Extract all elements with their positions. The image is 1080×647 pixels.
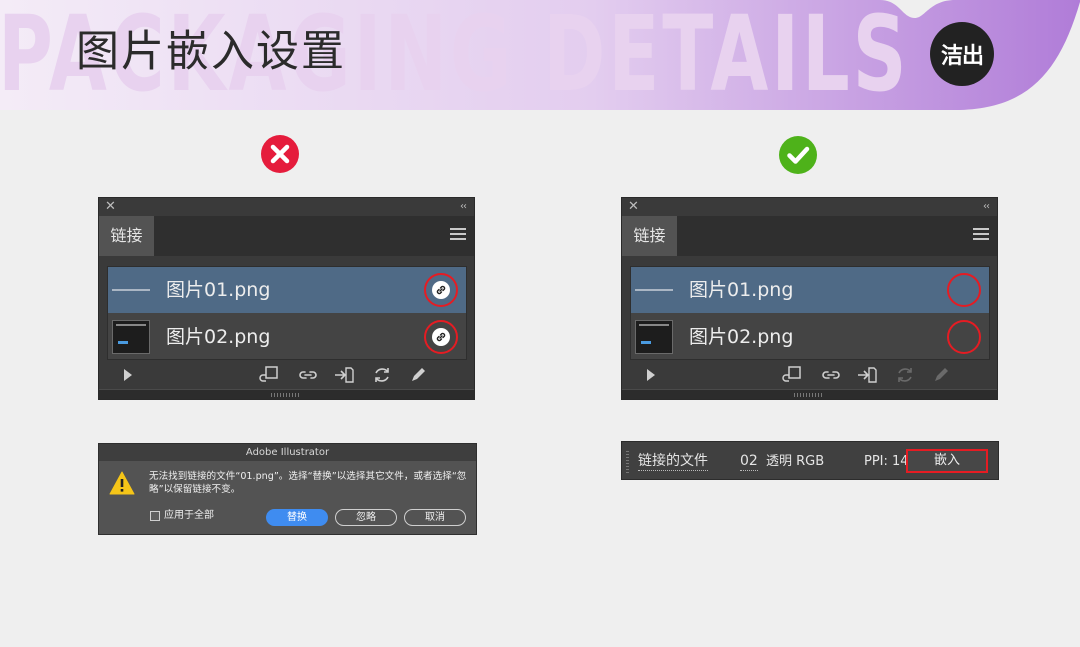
header-banner: PACKAGING DETAILS 图片嵌入设置 洁出 [0,0,1080,114]
replace-button[interactable]: 替换 [266,509,328,526]
resize-grip[interactable] [99,389,474,399]
wrong-icon [261,135,299,173]
linked-file-label[interactable]: 链接的文件 [638,442,708,481]
links-panel-embedded: ✕ ‹‹ 链接 图片01.png 图片02.png [621,197,998,400]
panel-toolbar [622,362,997,388]
close-icon[interactable]: ✕ [628,200,639,214]
go-to-link-icon[interactable] [333,365,355,385]
relink-icon[interactable] [297,365,319,385]
list-item[interactable]: 图片01.png [108,267,466,313]
brand-logo: 洁出 [930,22,994,86]
relink-library-icon[interactable] [780,365,802,385]
highlight-ring [947,320,981,354]
list-item[interactable]: 图片02.png [108,314,466,360]
file-number[interactable]: 02 [740,442,758,481]
apply-to-all-checkbox[interactable] [150,511,160,521]
collapse-icon[interactable]: ‹‹ [460,200,467,214]
thumbnail [635,289,673,291]
control-bar: 链接的文件 02 透明 RGB PPI: 144 嵌入 [621,441,999,480]
resize-grip[interactable] [622,389,997,399]
links-panel-linked: ✕ ‹‹ 链接 图片01.png 图片02.png [98,197,475,400]
links-list: 图片01.png 图片02.png [107,266,467,360]
logo-text: 洁出 [940,44,984,69]
relink-library-icon[interactable] [257,365,279,385]
list-item[interactable]: 图片01.png [631,267,989,313]
panel-tab-strip: 链接 [99,216,474,256]
link-icon [432,328,450,346]
file-name: 图片01.png [166,279,271,301]
thumbnail [112,320,150,354]
highlight-ring [424,273,458,307]
show-options-icon[interactable] [640,365,662,385]
missing-link-dialog: Adobe Illustrator 无法找到链接的文件“01.png”。选择“替… [98,443,477,535]
apply-to-all-label: 应用于全部 [164,510,214,521]
edit-original-icon[interactable] [407,365,429,385]
panel-toolbar [99,362,474,388]
collapse-icon[interactable]: ‹‹ [983,200,990,214]
panel-title-bar: ✕ ‹‹ [99,198,474,216]
page-title: 图片嵌入设置 [76,27,346,77]
dialog-message: 无法找到链接的文件“01.png”。选择“替换”以选择其它文件，或者选择“忽略”… [149,471,467,495]
control-bar-grip[interactable] [626,451,629,473]
correct-icon [779,136,817,174]
panel-menu-icon[interactable] [973,228,989,240]
tab-links[interactable]: 链接 [622,216,677,256]
panel-menu-icon[interactable] [450,228,466,240]
highlight-ring [424,320,458,354]
update-link-icon [898,368,912,382]
thumbnail [112,289,150,291]
transparency-info: 透明 RGB [766,454,825,469]
update-link-icon[interactable] [371,365,393,385]
link-icon [432,281,450,299]
tab-links[interactable]: 链接 [99,216,154,256]
relink-icon[interactable] [820,365,842,385]
thumbnail [635,320,673,354]
dialog-title: Adobe Illustrator [99,444,476,461]
embed-button[interactable]: 嵌入 [906,449,988,473]
list-item[interactable]: 图片02.png [631,314,989,360]
cancel-button[interactable]: 取消 [404,509,466,526]
ignore-button[interactable]: 忽略 [335,509,397,526]
edit-original-icon [935,368,948,381]
highlight-ring [947,273,981,307]
warning-icon [109,471,135,495]
links-list: 图片01.png 图片02.png [630,266,990,360]
file-name: 图片02.png [689,326,794,348]
panel-title-bar: ✕ ‹‹ [622,198,997,216]
go-to-link-icon[interactable] [856,365,878,385]
file-name: 图片02.png [166,326,271,348]
panel-tab-strip: 链接 [622,216,997,256]
close-icon[interactable]: ✕ [105,200,116,214]
show-options-icon[interactable] [117,365,139,385]
file-name: 图片01.png [689,279,794,301]
